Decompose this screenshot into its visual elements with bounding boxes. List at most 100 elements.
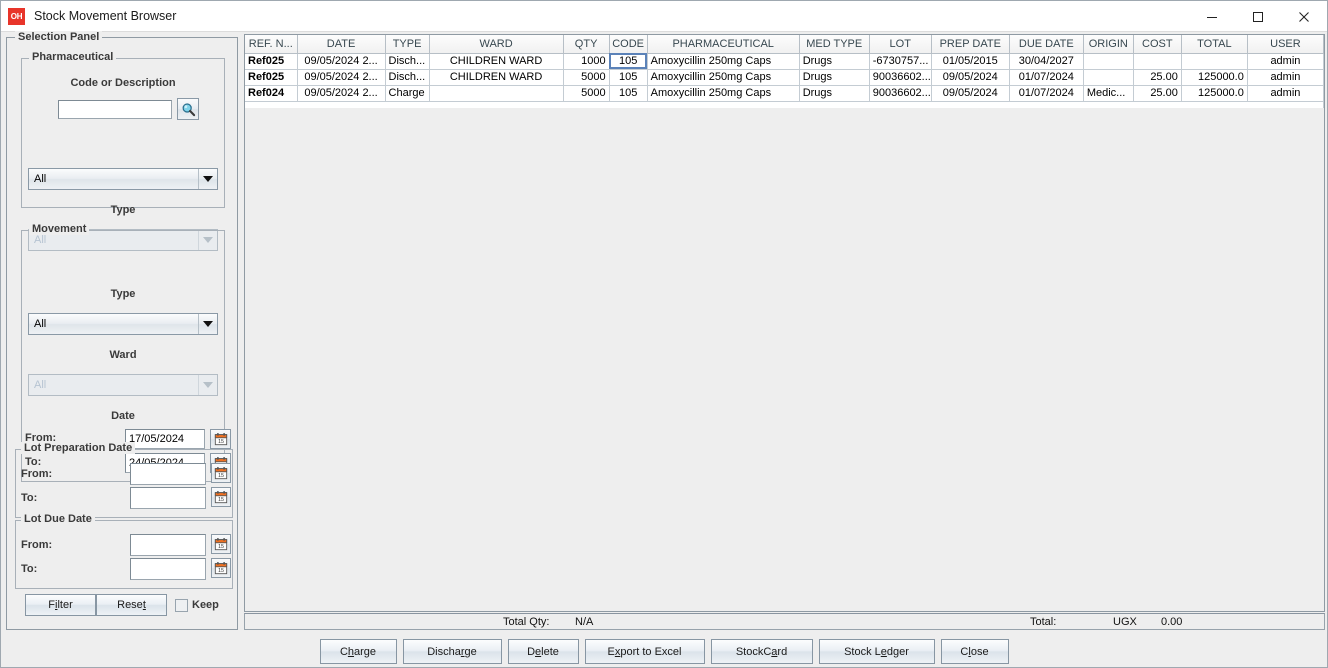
lot-prep-from-calendar-button[interactable]: 15 xyxy=(211,463,231,483)
cell-user[interactable]: admin xyxy=(1247,85,1324,102)
close-button[interactable]: Close xyxy=(940,639,1009,664)
lot-due-from-calendar-button[interactable]: 15 xyxy=(211,534,231,554)
cell-cost[interactable]: 25.00 xyxy=(1133,85,1182,102)
cell-cost[interactable]: 25.00 xyxy=(1133,69,1182,86)
cell-lot[interactable]: 90036602... xyxy=(869,85,932,102)
export-to-excel-button[interactable]: Export to Excel xyxy=(584,639,705,664)
chevron-down-icon[interactable] xyxy=(198,314,217,334)
minimize-icon[interactable] xyxy=(1189,1,1235,32)
cell-qty[interactable]: 5000 xyxy=(563,85,610,102)
cell-code[interactable]: 105 xyxy=(609,85,648,102)
col-type[interactable]: TYPE xyxy=(385,35,430,54)
cell-type[interactable]: Charge xyxy=(385,85,430,102)
filter-button-label: Filter xyxy=(48,599,73,611)
col-user[interactable]: USER xyxy=(1247,35,1324,54)
col-pharmaceutical[interactable]: PHARMACEUTICAL xyxy=(647,35,800,54)
chevron-down-icon[interactable] xyxy=(198,169,217,189)
cell-date[interactable]: 09/05/2024 2... xyxy=(297,85,386,102)
cell-origin[interactable]: Medic... xyxy=(1083,85,1134,102)
cell-ref[interactable]: Ref025 xyxy=(245,69,298,86)
code-or-description-input[interactable] xyxy=(58,100,172,119)
charge-button[interactable]: Charge xyxy=(319,639,397,664)
stock-movement-table-container[interactable]: REF. N... DATE TYPE WARD QTY CODE PHARMA… xyxy=(244,34,1325,612)
cell-code[interactable]: 105 xyxy=(609,53,648,70)
filter-button[interactable]: Filter xyxy=(25,594,96,616)
table-row[interactable]: Ref024 09/05/2024 2... Charge 5000 105 A… xyxy=(245,85,1324,102)
table-row[interactable]: Ref025 09/05/2024 2... Disch... CHILDREN… xyxy=(245,69,1324,86)
table-row[interactable]: Ref025 09/05/2024 2... Disch... CHILDREN… xyxy=(245,53,1324,70)
cell-date[interactable]: 09/05/2024 2... xyxy=(297,53,386,70)
movement-date-from-input[interactable]: 17/05/2024 xyxy=(125,429,205,449)
movement-ward-select[interactable]: All xyxy=(28,374,218,396)
cell-type[interactable]: Disch... xyxy=(385,69,430,86)
cell-due-date[interactable]: 01/07/2024 xyxy=(1009,69,1084,86)
col-prep-date[interactable]: PREP DATE xyxy=(931,35,1010,54)
discharge-button[interactable]: Discharge xyxy=(402,639,502,664)
pharmaceutical-select[interactable]: All xyxy=(28,168,218,190)
keep-checkbox[interactable] xyxy=(175,599,188,612)
cell-origin[interactable] xyxy=(1083,69,1134,86)
cell-due-date[interactable]: 01/07/2024 xyxy=(1009,85,1084,102)
col-cost[interactable]: COST xyxy=(1133,35,1182,54)
cell-user[interactable]: admin xyxy=(1247,53,1324,70)
stockcard-button[interactable]: StockCard xyxy=(710,639,813,664)
chevron-down-icon[interactable] xyxy=(198,375,217,395)
col-code[interactable]: CODE xyxy=(609,35,648,54)
stock-movement-browser-window: OH Stock Movement Browser Selection Pane… xyxy=(0,0,1328,668)
movement-date-from-calendar-button[interactable]: 15 xyxy=(210,429,231,449)
cell-ward[interactable] xyxy=(429,85,564,102)
cell-code[interactable]: 105 xyxy=(609,69,648,86)
cell-lot[interactable]: 90036602... xyxy=(869,69,932,86)
cell-prep-date[interactable]: 09/05/2024 xyxy=(931,69,1010,86)
cell-med-type[interactable]: Drugs xyxy=(799,69,870,86)
cell-total[interactable] xyxy=(1181,53,1248,70)
keep-label: Keep xyxy=(192,599,219,611)
col-ward[interactable]: WARD xyxy=(429,35,564,54)
cell-total[interactable]: 125000.0 xyxy=(1181,69,1248,86)
cell-med-type[interactable]: Drugs xyxy=(799,53,870,70)
cell-type[interactable]: Disch... xyxy=(385,53,430,70)
cell-lot[interactable]: -6730757... xyxy=(869,53,932,70)
cell-med-type[interactable]: Drugs xyxy=(799,85,870,102)
lot-due-from-input[interactable] xyxy=(130,534,206,556)
cell-pharmaceutical[interactable]: Amoxycillin 250mg Caps xyxy=(647,53,800,70)
col-date[interactable]: DATE xyxy=(297,35,386,54)
cell-cost[interactable] xyxy=(1133,53,1182,70)
lot-due-to-input[interactable] xyxy=(130,558,206,580)
lot-prep-from-input[interactable] xyxy=(130,463,206,485)
delete-button[interactable]: Delete xyxy=(507,639,579,664)
cell-qty[interactable]: 1000 xyxy=(563,53,610,70)
cell-ward[interactable]: CHILDREN WARD xyxy=(429,53,564,70)
search-button[interactable] xyxy=(177,98,199,120)
reset-button[interactable]: Reset xyxy=(96,594,167,616)
lot-prep-to-calendar-button[interactable]: 15 xyxy=(211,487,231,507)
cell-pharmaceutical[interactable]: Amoxycillin 250mg Caps xyxy=(647,85,800,102)
pharmaceutical-group-title: Pharmaceutical xyxy=(29,51,117,63)
cell-prep-date[interactable]: 09/05/2024 xyxy=(931,85,1010,102)
lot-prep-to-input[interactable] xyxy=(130,487,206,509)
cell-user[interactable]: admin xyxy=(1247,69,1324,86)
col-qty[interactable]: QTY xyxy=(563,35,610,54)
cell-date[interactable]: 09/05/2024 2... xyxy=(297,69,386,86)
close-icon[interactable] xyxy=(1281,1,1327,32)
col-med-type[interactable]: MED TYPE xyxy=(799,35,870,54)
maximize-icon[interactable] xyxy=(1235,1,1281,32)
cell-pharmaceutical[interactable]: Amoxycillin 250mg Caps xyxy=(647,69,800,86)
cell-total[interactable]: 125000.0 xyxy=(1181,85,1248,102)
cell-prep-date[interactable]: 01/05/2015 xyxy=(931,53,1010,70)
cell-ref[interactable]: Ref025 xyxy=(245,53,298,70)
cell-qty[interactable]: 5000 xyxy=(563,69,610,86)
col-total[interactable]: TOTAL xyxy=(1181,35,1248,54)
stock-ledger-button[interactable]: Stock Ledger xyxy=(818,639,935,664)
movement-type-select[interactable]: All xyxy=(28,313,218,335)
calendar-icon: 15 xyxy=(214,467,228,479)
col-origin[interactable]: ORIGIN xyxy=(1083,35,1134,54)
col-ref-no[interactable]: REF. N... xyxy=(245,35,298,54)
lot-due-to-calendar-button[interactable]: 15 xyxy=(211,558,231,578)
cell-ref[interactable]: Ref024 xyxy=(245,85,298,102)
cell-ward[interactable]: CHILDREN WARD xyxy=(429,69,564,86)
cell-origin[interactable] xyxy=(1083,53,1134,70)
col-lot[interactable]: LOT xyxy=(869,35,932,54)
col-due-date[interactable]: DUE DATE xyxy=(1009,35,1084,54)
cell-due-date[interactable]: 30/04/2027 xyxy=(1009,53,1084,70)
